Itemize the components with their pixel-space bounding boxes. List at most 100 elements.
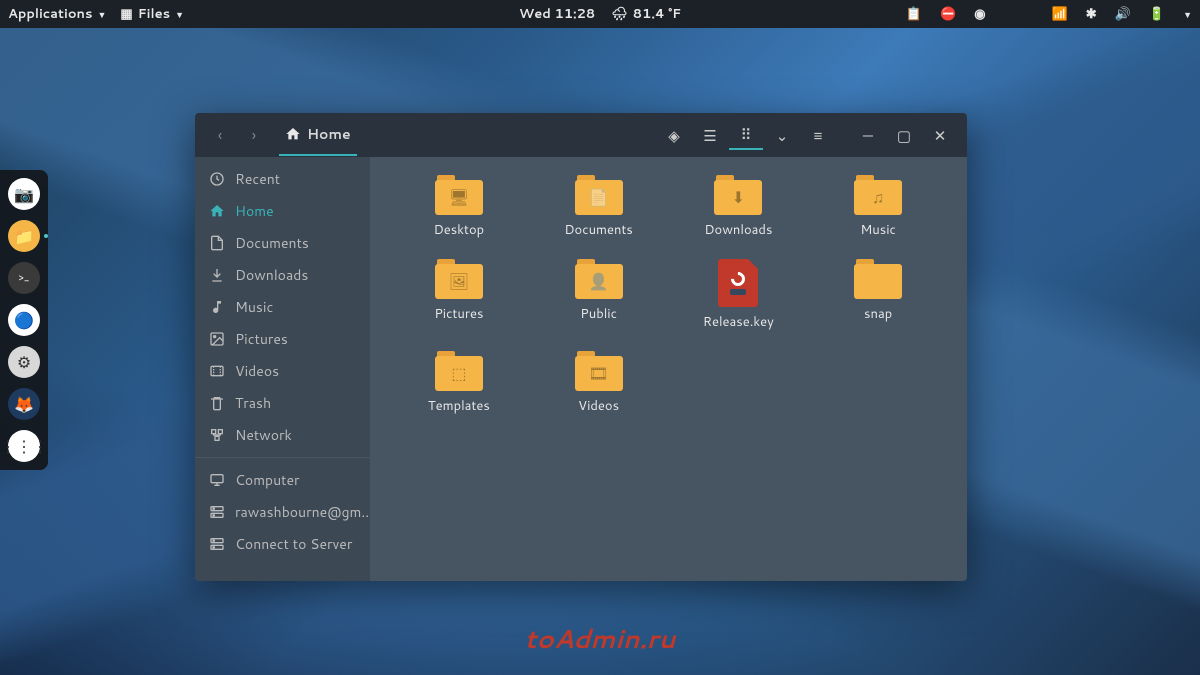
sidebar-item-label: Documents (235, 233, 309, 253)
dock-item-screenshot[interactable]: 📷 (8, 178, 40, 210)
chevron-down-icon: ▼ (175, 8, 184, 21)
battery-icon[interactable]: 🔋 (1149, 5, 1165, 23)
close-button[interactable]: ✕ (923, 120, 957, 150)
sidebar-item-label: Videos (235, 361, 279, 381)
folder-icon: 🎞 (575, 351, 623, 391)
applications-menu[interactable]: Applications ▼ (8, 5, 106, 23)
server-icon (209, 504, 225, 520)
no-entry-icon[interactable]: ⛔ (940, 5, 956, 23)
network-icon (209, 427, 225, 443)
file-item[interactable]: Release.key (674, 259, 804, 331)
file-item-label: Music (860, 221, 896, 239)
file-manager-header: ‹ › Home ◈ ☰ ⠿ ⌄ ≡ — ▢ ✕ (195, 113, 967, 157)
breadcrumb-label: Home (307, 124, 351, 144)
sidebar-item-videos[interactable]: Videos (195, 355, 370, 387)
sidebar-item-label: Music (235, 297, 273, 317)
bluetooth-icon[interactable]: ✱ (1086, 5, 1097, 23)
sidebar-item-downloads[interactable]: Downloads (195, 259, 370, 291)
breadcrumb[interactable]: Home (279, 124, 357, 156)
sidebar-item-recent[interactable]: Recent (195, 163, 370, 195)
sidebar-item-account[interactable]: rawashbourne@gm... (195, 496, 370, 528)
files-label: Files (138, 5, 170, 23)
file-manager-sidebar: Recent Home Documents Downloads Music Picture… (195, 157, 370, 581)
sidebar-item-label: Downloads (235, 265, 308, 285)
sidebar-divider (195, 457, 370, 458)
dock-item-terminal[interactable]: >_ (8, 262, 40, 294)
sidebar-item-label: Connect to Server (235, 534, 352, 554)
file-manager-content[interactable]: 🖥 Desktop 📄Documents ⬇ Downloads ♫ Music 🖼Pictu… (370, 157, 967, 581)
clipboard-icon[interactable]: 📋 (906, 5, 922, 23)
folder-icon: ♫ (854, 175, 902, 215)
doc-icon (209, 235, 225, 251)
file-item[interactable]: ⬚Templates (394, 351, 524, 415)
folder-icon: ⬇ (714, 175, 762, 215)
system-menu-chevron-icon[interactable]: ▼ (1183, 8, 1192, 21)
wifi-icon[interactable]: 📶 (1052, 5, 1068, 23)
weather-indicator[interactable]: 🌧 81.4 °F (611, 5, 681, 23)
file-item[interactable]: ⬇ Downloads (674, 175, 804, 239)
music-icon (209, 299, 225, 315)
nav-forward-button[interactable]: › (239, 120, 269, 150)
sidebar-item-trash[interactable]: Trash (195, 387, 370, 419)
file-manager-window: ‹ › Home ◈ ☰ ⠿ ⌄ ≡ — ▢ ✕ Recent Home Docum… (195, 113, 967, 581)
sidebar-item-label: Network (235, 425, 292, 445)
file-item[interactable]: ♫ Music (813, 175, 943, 239)
computer-icon (209, 472, 225, 488)
dock-item-apps-grid[interactable]: ⋮⋮⋮ (8, 430, 40, 462)
download-icon (209, 267, 225, 283)
volume-icon[interactable]: 🔊 (1115, 5, 1131, 23)
home-icon (209, 203, 225, 219)
sidebar-item-documents[interactable]: Documents (195, 227, 370, 259)
file-item[interactable]: 👤Public (534, 259, 664, 331)
folder-icon: 🖥 (435, 175, 483, 215)
sidebar-item-pictures[interactable]: Pictures (195, 323, 370, 355)
dock-item-settings[interactable]: ⚙ (8, 346, 40, 378)
weather-icon: 🌧 (611, 5, 628, 23)
dock-item-chrome[interactable]: 🔵 (8, 304, 40, 336)
file-item[interactable]: 🖼Pictures (394, 259, 524, 331)
trash-icon (209, 395, 225, 411)
file-item[interactable]: snap (813, 259, 943, 331)
file-item[interactable]: 🖥 Desktop (394, 175, 524, 239)
files-panel-icon: ▦ (120, 5, 132, 23)
sidebar-item-home[interactable]: Home (195, 195, 370, 227)
folder-icon: 👤 (575, 259, 623, 299)
file-item-label: Pictures (434, 305, 483, 323)
maximize-button[interactable]: ▢ (887, 120, 921, 150)
hamburger-menu-button[interactable]: ≡ (801, 120, 835, 150)
minimize-button[interactable]: — (851, 120, 885, 150)
sidebar-item-label: Recent (235, 169, 280, 189)
view-list-button[interactable]: ☰ (693, 120, 727, 150)
file-item-label: Release.key (703, 313, 774, 331)
dock-item-firefox[interactable]: 🦊 (8, 388, 40, 420)
sidebar-item-connect[interactable]: Connect to Server (195, 528, 370, 560)
sidebar-item-music[interactable]: Music (195, 291, 370, 323)
files-menu[interactable]: ▦ Files ▼ (120, 5, 184, 23)
view-grid-button[interactable]: ⠿ (729, 120, 763, 150)
file-item-label: Documents (564, 221, 633, 239)
dock: 📷 📁 >_ 🔵 ⚙ 🦊 ⋮⋮⋮ (0, 170, 48, 470)
watermark-text: toAdmin.ru (525, 621, 676, 657)
file-item[interactable]: 📄Documents (534, 175, 664, 239)
chrome-tray-icon[interactable]: ◉ (974, 5, 985, 23)
file-item-label: Desktop (434, 221, 485, 239)
server-icon (209, 536, 225, 552)
file-item-label: Videos (578, 397, 619, 415)
dock-item-files[interactable]: 📁 (8, 220, 40, 252)
folder-icon (854, 259, 902, 299)
sidebar-item-network[interactable]: Network (195, 419, 370, 451)
nav-back-button[interactable]: ‹ (205, 120, 235, 150)
file-item-label: Downloads (704, 221, 772, 239)
file-item[interactable]: 🎞 Videos (534, 351, 664, 415)
keyfile-icon (718, 259, 758, 307)
clock-text[interactable]: Wed 11:28 (519, 5, 595, 23)
location-button[interactable]: ◈ (657, 120, 691, 150)
chevron-down-icon: ▼ (97, 8, 106, 21)
sidebar-item-label: Pictures (235, 329, 288, 349)
sidebar-item-computer[interactable]: Computer (195, 464, 370, 496)
sidebar-item-label: Computer (235, 470, 299, 490)
view-options-button[interactable]: ⌄ (765, 120, 799, 150)
temperature-text: 81.4 °F (633, 5, 681, 23)
video-icon (209, 363, 225, 379)
file-item-label: Templates (428, 397, 490, 415)
